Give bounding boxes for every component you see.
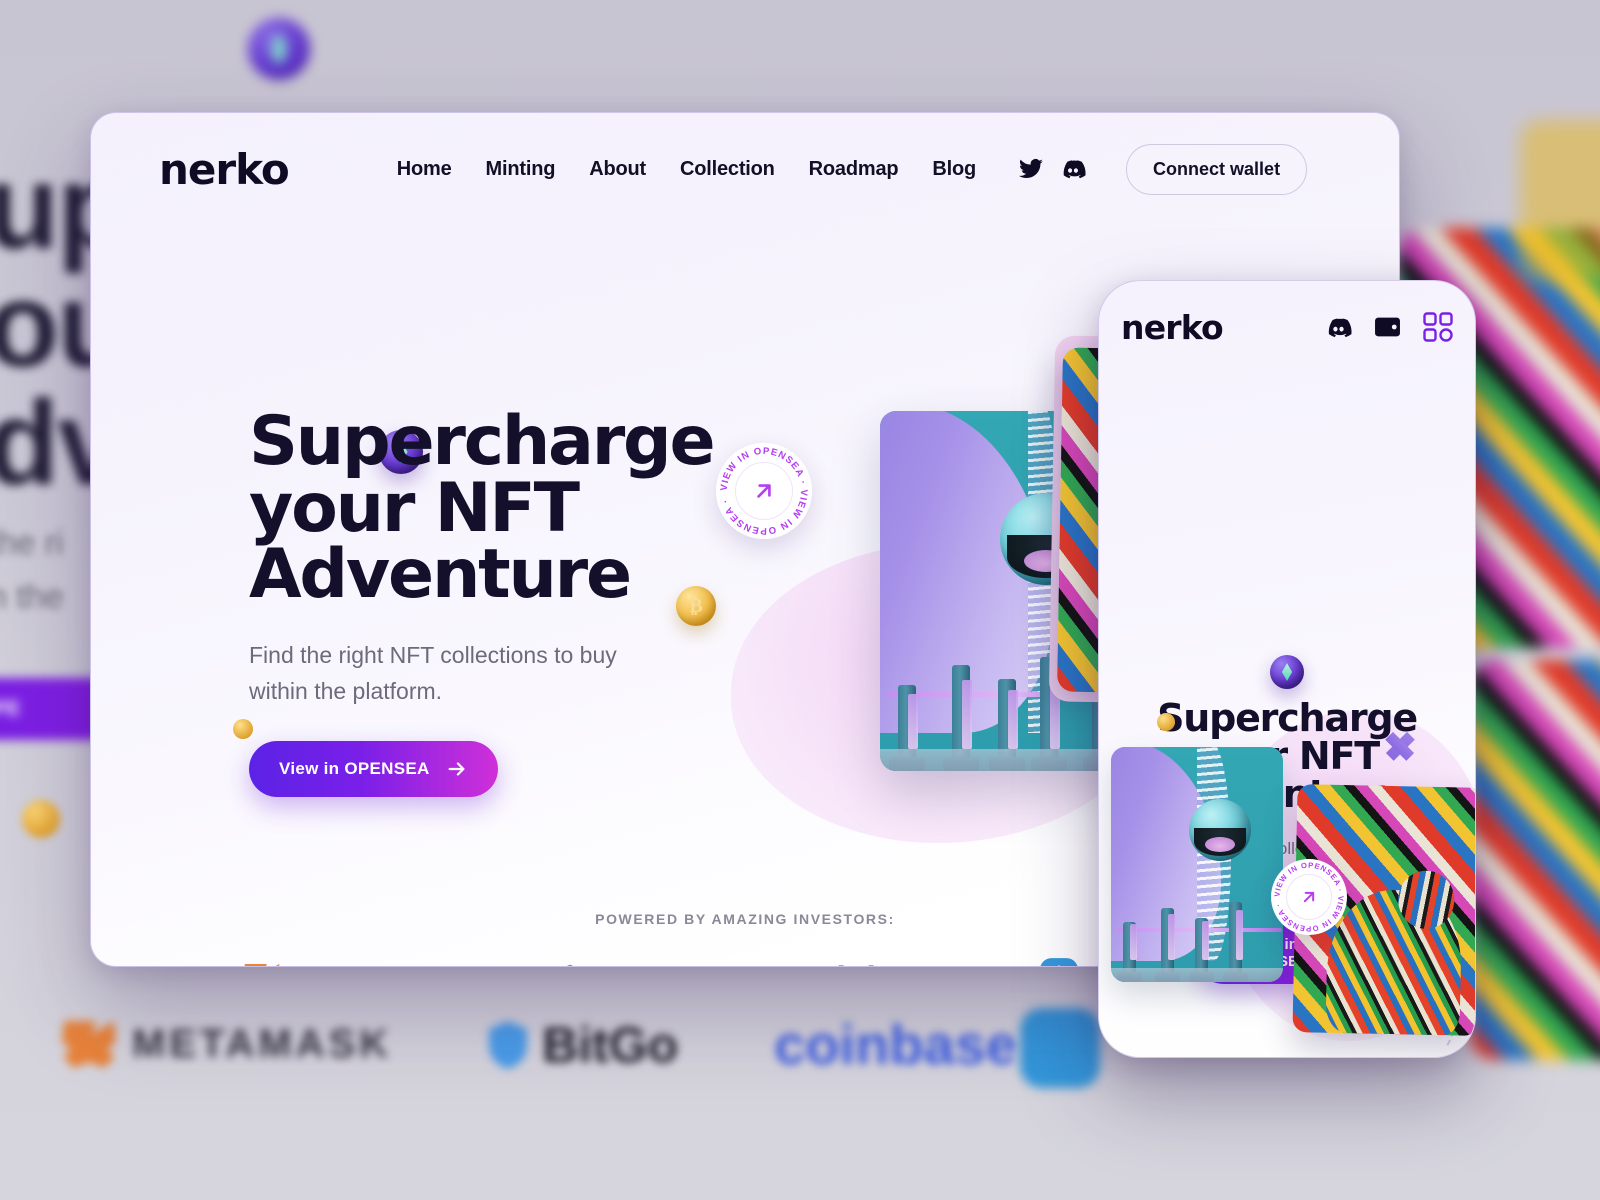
gold-dot-decoration [233, 719, 253, 739]
investor-logo-metamask[interactable]: METAMASK [242, 962, 462, 967]
opensea-circular-badge[interactable]: VIEW IN OPENSEA · VIEW IN OPENSEA · VIEW… [716, 443, 812, 539]
background-logo-coinbase-label: coinbase [774, 1013, 1017, 1076]
desktop-logo[interactable]: nerko [159, 145, 290, 194]
phone-badge-text: VIEW IN OPENSEA · VIEW IN OPENSEA · VIEW… [1271, 859, 1345, 933]
desktop-social-links [1018, 156, 1086, 182]
phone-heading-line-1: Supercharge [1157, 696, 1418, 740]
bitgo-shield-icon: ₿ [566, 964, 574, 966]
phone-opensea-circular-badge[interactable]: VIEW IN OPENSEA · VIEW IN OPENSEA · VIEW… [1271, 859, 1347, 935]
background-logo-bitgo: BitGo [488, 1016, 678, 1074]
hero-heading-line-3: Adventure [249, 535, 632, 615]
bitgo-shield-icon [489, 1020, 528, 1069]
investor-label-metamask: METAMASK [295, 966, 462, 967]
phone-nav-icons [1325, 312, 1453, 342]
desktop-navbar: nerko Home Minting About Collection Road… [91, 113, 1399, 225]
phone-artwork-floor [1111, 968, 1283, 982]
twitter-icon[interactable] [1018, 156, 1044, 182]
phone-mockup: nerko Supercharge your NFT Adventure Fin… [1098, 280, 1476, 1058]
investor-label-coinbase: coinbase [796, 959, 945, 966]
phone-badge-rotating-text: VIEW IN OPENSEA · VIEW IN OPENSEA · VIEW… [1271, 859, 1345, 933]
bitcoin-coin-icon: ₿ [676, 586, 716, 626]
metamask-fox-icon [244, 963, 279, 966]
discord-icon[interactable] [1325, 314, 1352, 341]
phone-eth-coin-icon [1270, 655, 1304, 689]
nav-item-home[interactable]: Home [397, 158, 452, 181]
discord-icon[interactable] [1060, 156, 1086, 182]
background-logo-bitgo-label: BitGo [542, 1016, 679, 1073]
grid-menu-icon[interactable] [1423, 312, 1453, 342]
phone-navbar: nerko [1099, 281, 1475, 373]
view-in-opensea-button[interactable]: View in OPENSEA [249, 741, 498, 797]
desktop-nav-links: Home Minting About Collection Roadmap Bl… [397, 158, 976, 181]
arrow-right-icon [448, 762, 465, 776]
background-logo-metamask-label: METAMASK [132, 1022, 393, 1066]
nav-item-blog[interactable]: Blog [932, 158, 976, 181]
nav-item-about[interactable]: About [589, 158, 646, 181]
background-trustwallet-icon [1020, 1008, 1100, 1088]
phone-nft-artwork-card-1[interactable] [1111, 747, 1283, 982]
trust-shield-icon [1040, 958, 1078, 966]
hero-subtitle: Find the right NFT collections to buy wi… [249, 642, 617, 705]
phone-logo[interactable]: nerko [1121, 308, 1224, 347]
nav-item-minting[interactable]: Minting [486, 158, 556, 181]
phone-artwork-sphere [1189, 799, 1251, 861]
wallet-icon[interactable] [1374, 315, 1401, 339]
background-logo-metamask: METAMASK [60, 1018, 392, 1072]
background-gold-coin-icon [22, 800, 60, 838]
background-eth-coin-icon [248, 18, 310, 80]
phone-gold-dot-decoration [1157, 713, 1175, 731]
badge-rotating-text: VIEW IN OPENSEA · VIEW IN OPENSEA · VIEW… [716, 443, 809, 536]
connect-wallet-button[interactable]: Connect wallet [1126, 143, 1308, 195]
background-subtitle-fragment-1: the ri [0, 524, 64, 562]
nav-item-roadmap[interactable]: Roadmap [809, 158, 899, 181]
background-logo-coinbase: coinbase [774, 1012, 1017, 1077]
investor-logo-bitgo[interactable]: ₿ BitGo. [557, 962, 700, 967]
metamask-fox-icon [62, 1020, 116, 1068]
background-subtitle-fragment-2: n the [0, 578, 64, 616]
background-glow-yellow [1520, 120, 1600, 280]
investor-logo-coinbase[interactable]: coinbase [796, 959, 945, 966]
badge-text: VIEW IN OPENSEA · VIEW IN OPENSEA · VIEW… [716, 443, 809, 536]
background-nft-artwork-2 [1470, 660, 1600, 1060]
background-investor-logos: METAMASK BitGo coinbase [60, 1012, 1017, 1077]
cta-label: View in OPENSEA [279, 759, 430, 778]
investor-label-bitgo: BitGo [596, 962, 679, 967]
nav-item-collection[interactable]: Collection [680, 158, 775, 181]
